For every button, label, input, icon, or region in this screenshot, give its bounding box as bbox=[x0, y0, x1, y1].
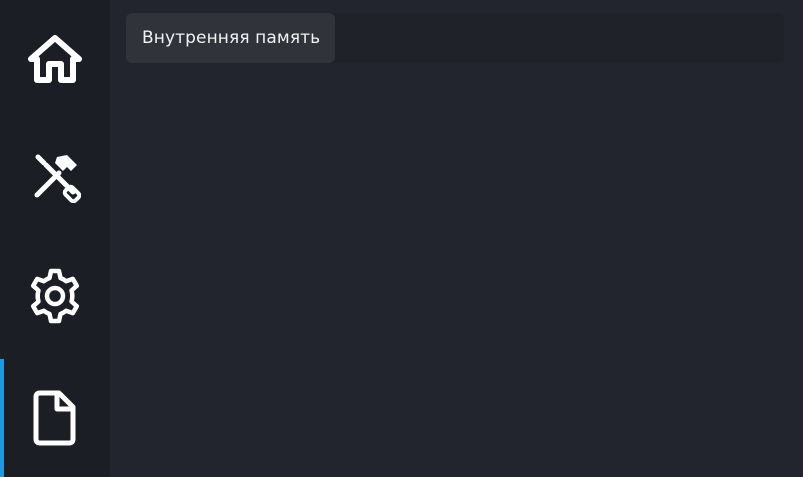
tab-internal-storage[interactable]: Внутренняя память bbox=[126, 13, 336, 63]
file-icon bbox=[31, 389, 79, 447]
app-window: Внутренняя память bbox=[0, 0, 803, 477]
gear-icon bbox=[26, 267, 84, 325]
home-icon bbox=[27, 33, 83, 85]
sidebar-item-tools[interactable] bbox=[0, 118, 110, 236]
sidebar bbox=[0, 0, 110, 477]
tools-icon bbox=[29, 151, 81, 203]
sidebar-item-files[interactable] bbox=[0, 359, 110, 477]
tab-label: Внутренняя память bbox=[142, 28, 321, 48]
sidebar-item-settings[interactable] bbox=[0, 237, 110, 355]
sidebar-item-home[interactable] bbox=[0, 0, 110, 118]
